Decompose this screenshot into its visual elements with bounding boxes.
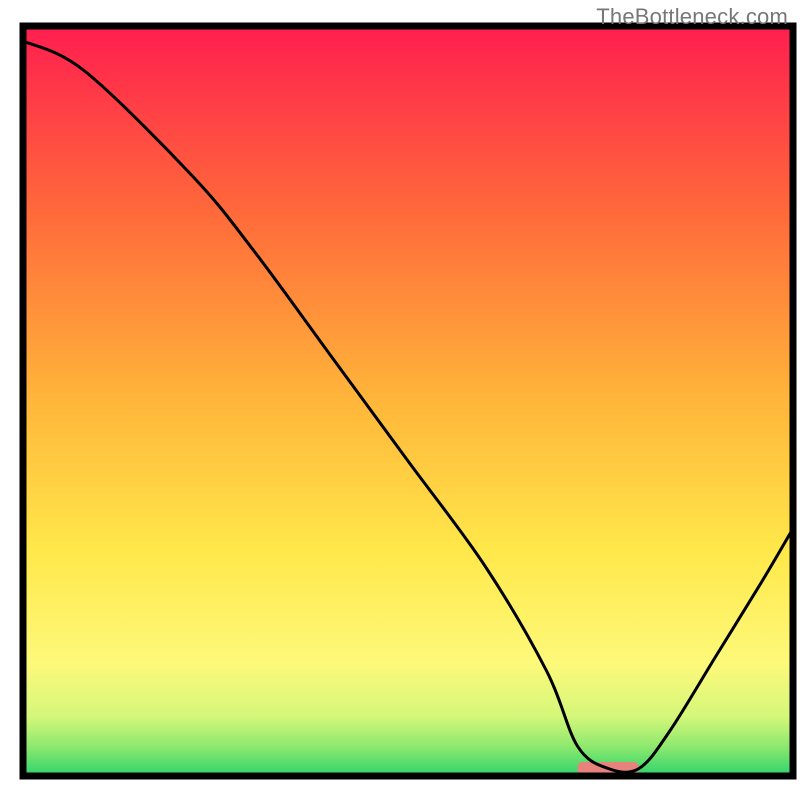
bottleneck-chart — [0, 0, 800, 800]
watermark-text: TheBottleneck.com — [596, 4, 788, 30]
plot-area — [23, 26, 793, 776]
chart-stage: TheBottleneck.com — [0, 0, 800, 800]
gradient-background — [23, 26, 793, 776]
